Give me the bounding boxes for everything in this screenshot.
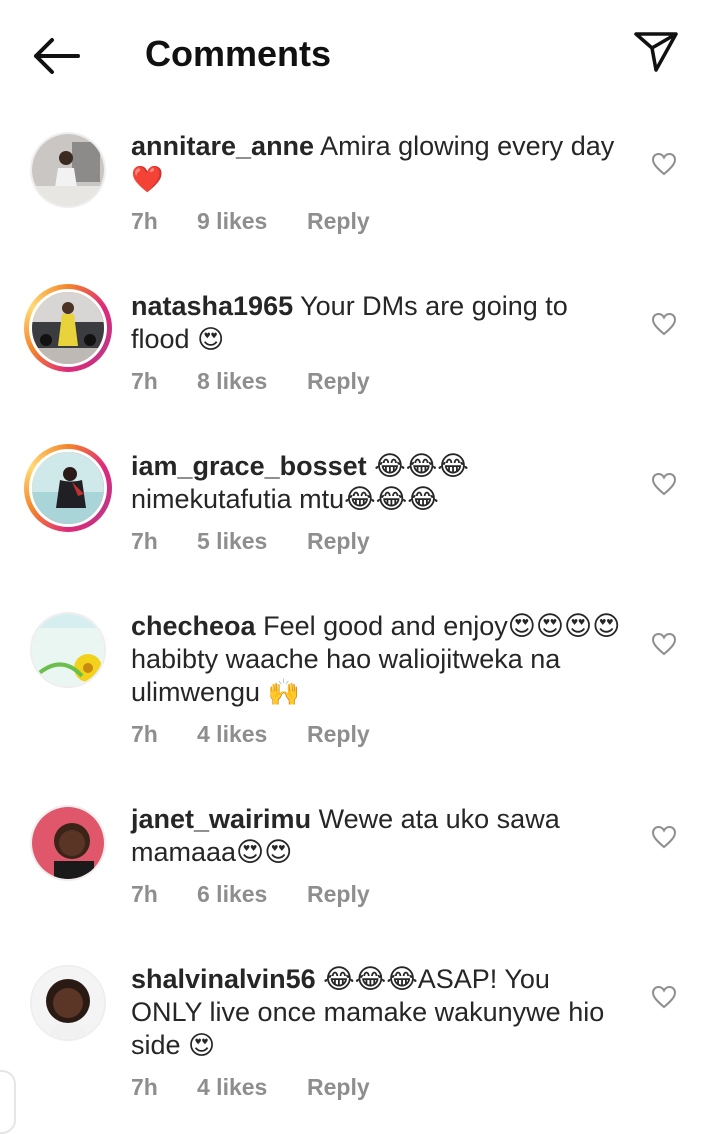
like-heart-icon[interactable] — [651, 985, 677, 1009]
reply-button[interactable]: Reply — [307, 721, 370, 748]
comment-username[interactable]: annitare_anne — [131, 131, 314, 161]
comment-time: 7h — [131, 528, 158, 554]
reply-button[interactable]: Reply — [307, 881, 370, 908]
comment-likes[interactable]: 4 likes — [197, 1074, 267, 1101]
comment-likes[interactable]: 8 likes — [197, 368, 267, 395]
header: Comments — [0, 0, 720, 108]
avatar[interactable] — [24, 284, 112, 372]
comment-text: annitare_anne Amira glowing every day ❤️ — [131, 130, 621, 197]
comment-text: shalvinalvin56 😂😂😂ASAP! You ONLY live on… — [131, 963, 621, 1063]
comment-emoji: 🙌 — [267, 678, 300, 708]
comment-username[interactable]: checheoa — [131, 611, 256, 641]
comment-time: 7h — [131, 208, 158, 234]
reply-button[interactable]: Reply — [307, 208, 370, 235]
avatar[interactable] — [24, 444, 112, 532]
comment-text: janet_wairimu Wewe ata uko sawa mamaaa😍😍 — [131, 803, 621, 869]
like-heart-icon[interactable] — [651, 312, 677, 336]
comment-time: 7h — [131, 368, 158, 394]
comment-emoji: 😍 — [197, 325, 225, 355]
like-heart-icon[interactable] — [651, 632, 677, 656]
back-arrow-icon[interactable] — [30, 36, 82, 76]
comment-username[interactable]: janet_wairimu — [131, 804, 311, 834]
avatar[interactable] — [30, 132, 106, 208]
comment-likes[interactable]: 4 likes — [197, 721, 267, 748]
comment-time: 7h — [131, 721, 158, 747]
comment-likes[interactable]: 6 likes — [197, 881, 267, 908]
comment-time: 7h — [131, 881, 158, 907]
reply-button[interactable]: Reply — [307, 1074, 370, 1101]
avatar[interactable] — [30, 965, 106, 1041]
comment-emoji: 😍 — [188, 1031, 216, 1061]
like-heart-icon[interactable] — [651, 472, 677, 496]
reply-button[interactable]: Reply — [307, 528, 370, 555]
comment-username[interactable]: shalvinalvin56 — [131, 964, 316, 994]
edge-handle[interactable] — [0, 1070, 16, 1134]
page-title: Comments — [145, 33, 332, 74]
comment-text: checheoa Feel good and enjoy😍😍😍😍habibty … — [131, 610, 621, 710]
comment-text: natasha1965 Your DMs are going to flood … — [131, 290, 621, 357]
comment-text: iam_grace_bosset 😂😂😂 nimekutafutia mtu😂😂… — [131, 450, 621, 516]
reply-button[interactable]: Reply — [307, 368, 370, 395]
send-icon[interactable] — [632, 28, 680, 76]
like-heart-icon[interactable] — [651, 825, 677, 849]
comment-body: Amira glowing every day — [320, 131, 615, 161]
comment-likes[interactable]: 5 likes — [197, 528, 267, 555]
comment-username[interactable]: iam_grace_bosset — [131, 451, 367, 481]
comment-time: 7h — [131, 1074, 158, 1100]
comment-emoji: ❤️ — [131, 165, 164, 195]
comment-username[interactable]: natasha1965 — [131, 291, 293, 321]
avatar[interactable] — [30, 805, 106, 881]
comment-likes[interactable]: 9 likes — [197, 208, 267, 235]
like-heart-icon[interactable] — [651, 152, 677, 176]
avatar[interactable] — [30, 612, 106, 688]
